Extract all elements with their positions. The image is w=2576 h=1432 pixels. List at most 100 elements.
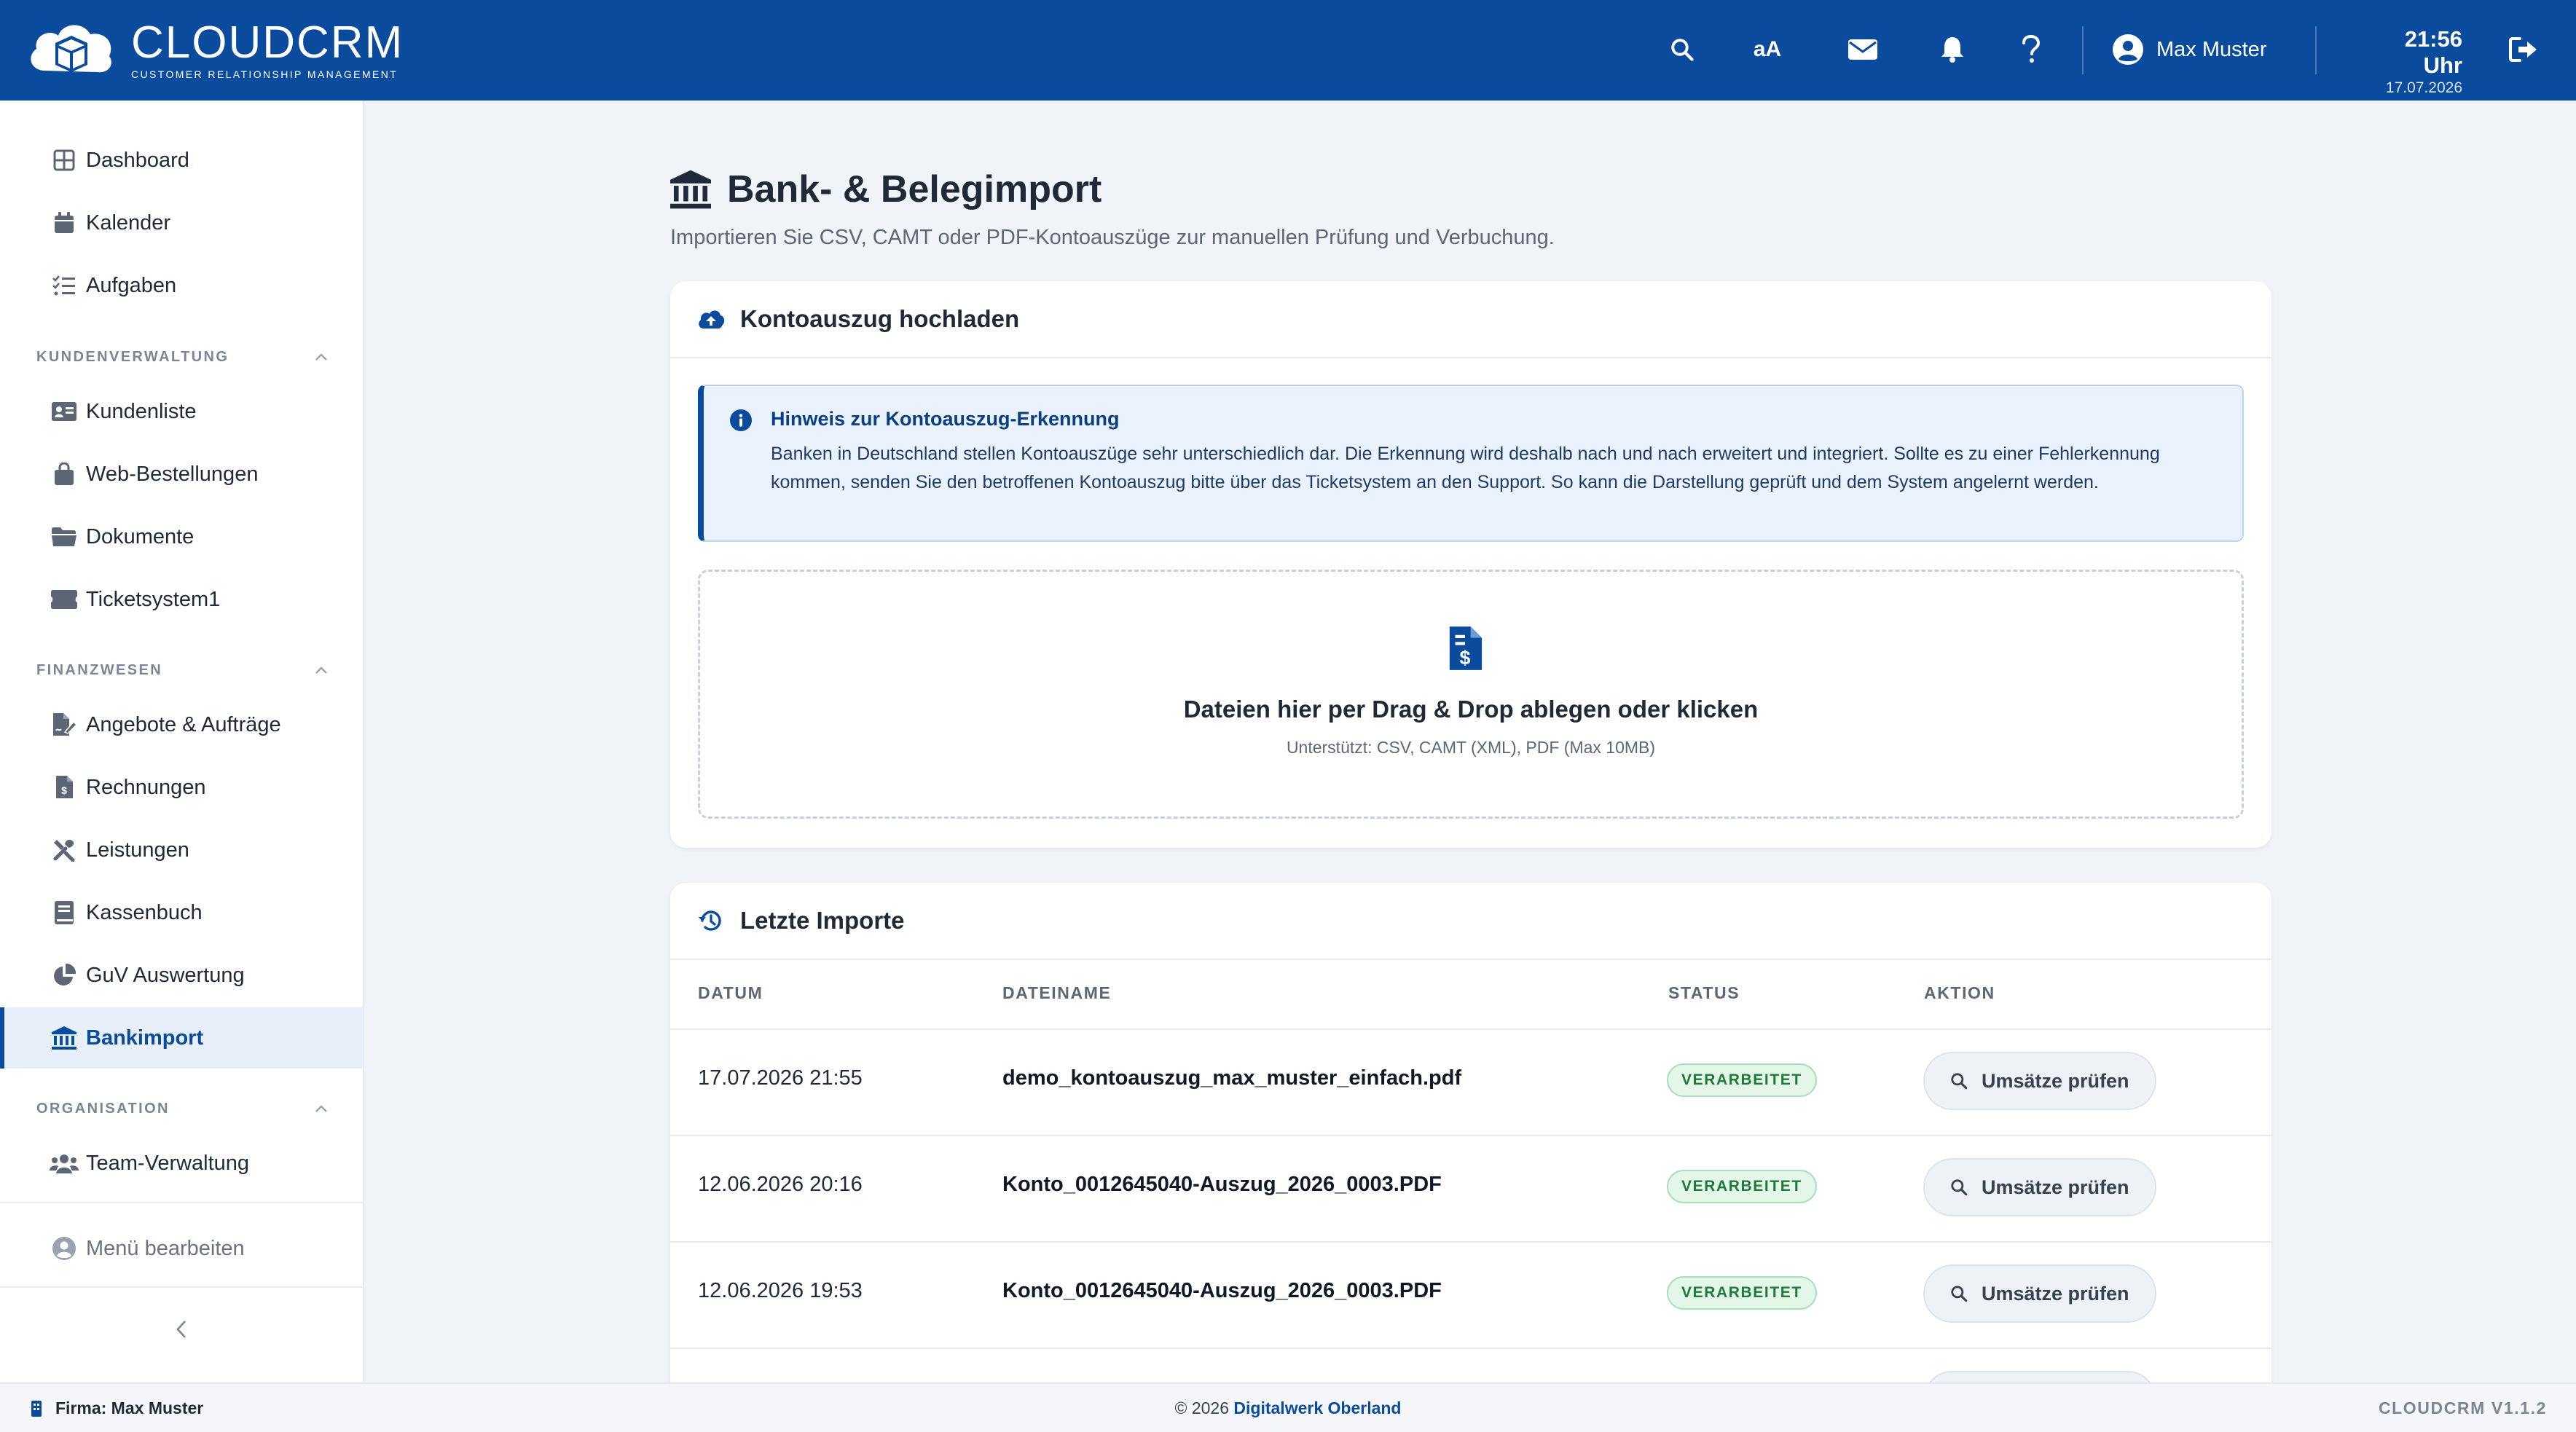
footer: Firma: Max Muster © 2026 Digitalwerk Obe… [0,1382,2576,1432]
clock: 21:56 Uhr 17.07.2026 [2362,26,2462,98]
svg-text:$: $ [61,784,67,796]
sidebar-item-dokumente[interactable]: Dokumente [0,506,363,567]
font-size-button[interactable]: aA [1744,26,1791,73]
sidebar-item-label: Kalender [86,211,171,235]
user-menu[interactable]: Max Muster [2113,26,2266,73]
button-label: Umsätze prüfen [1982,1069,2129,1092]
sidebar-item-label: Team-Verwaltung [86,1151,250,1175]
cloud-box-logo-icon [31,25,111,73]
sidebar-item-kundenliste[interactable]: Kundenliste [0,381,363,442]
copyright-text: © 2026 [1174,1398,1234,1417]
table-header: DATUM DATEINAME STATUS AKTION [670,959,2271,1030]
sidebar-item-label: Web-Bestellungen [86,462,259,486]
section-title: FINANZWESEN [36,661,163,678]
logout-button[interactable] [2500,26,2547,73]
tasks-icon [50,271,79,300]
import-date: 17.07.2026 21:55 [698,1066,863,1090]
sidebar-item-label: Bankimport [86,1026,204,1050]
import-filename: Konto_0012645040-Auszug_2026_0003.PDF [1002,1279,1442,1302]
dropzone-title: Dateien hier per Drag & Drop ablegen ode… [1183,696,1759,723]
sidebar-item-guv-auswertung[interactable]: GuV Auswertung [0,945,363,1006]
logo-name: CLOUDCRM [131,17,404,68]
section-header-organisation[interactable]: ORGANISATION [36,1094,328,1123]
sidebar-item-kassenbuch[interactable]: Kassenbuch [0,882,363,943]
status-badge: VERARBEITET [1667,1276,1817,1310]
info-icon [730,409,752,431]
sidebar-item-ticketsystem[interactable]: Ticketsystem1 [0,569,363,630]
book-icon [50,898,79,927]
sidebar-item-aufgaben[interactable]: Aufgaben [0,255,363,316]
address-card-icon [50,397,79,426]
ticket-icon [50,585,79,614]
file-dropzone[interactable]: $ Dateien hier per Drag & Drop ablegen o… [698,570,2244,819]
notifications-button[interactable] [1929,26,1976,73]
clock-time: 21:56 Uhr [2404,26,2462,78]
search-button[interactable] [1659,26,1705,73]
user-avatar-icon [2113,34,2143,65]
copyright-link[interactable]: Digitalwerk Oberland [1233,1398,1401,1417]
mail-button[interactable] [1839,26,1886,73]
chevron-up-icon [315,353,327,361]
column-header-status: STATUS [1668,983,1740,1002]
collapse-sidebar-button[interactable] [165,1313,198,1346]
topbar-divider [2315,26,2317,74]
edit-menu-label: Menü bearbeiten [86,1236,245,1260]
question-icon [2022,35,2041,63]
sidebar-item-kalender[interactable]: Kalender [0,192,363,253]
button-label: Umsätze prüfen [1982,1282,2129,1305]
review-transactions-button[interactable]: Umsätze prüfen [1923,1052,2156,1110]
bank-icon [50,1023,79,1053]
chevron-up-icon [315,666,327,674]
sidebar-item-bankimport[interactable]: Bankimport [0,1007,363,1069]
svg-text:$: $ [1460,647,1471,669]
help-button[interactable] [2008,26,2054,73]
info-text: Banken in Deutschland stellen Kontoauszü… [771,444,2160,492]
upload-card: Kontoauszug hochladen Hinweis zur Kontoa… [670,281,2271,848]
import-date: 12.06.2026 20:16 [698,1173,863,1196]
sidebar-divider [0,1202,363,1203]
dashboard-icon [50,146,79,175]
sidebar-item-label: Dashboard [86,148,189,172]
search-icon [1949,1178,1968,1197]
import-filename: demo_kontoauszug_max_muster_einfach.pdf [1002,1066,1462,1090]
sidebar-item-angebote[interactable]: Angebote & Aufträge [0,694,363,755]
chevron-left-icon [176,1321,186,1338]
sidebar-item-label: Kundenliste [86,399,197,423]
search-icon [1949,1071,1968,1090]
status-badge: VERARBEITET [1667,1170,1817,1203]
table-row: 17.07.2026 21:55 demo_kontoauszug_max_mu… [670,1028,2271,1136]
invoice-icon: $ [50,773,79,802]
sidebar-item-leistungen[interactable]: Leistungen [0,819,363,881]
sidebar-item-rechnungen[interactable]: $ Rechnungen [0,757,363,818]
footer-copyright: © 2026 Digitalwerk Oberland [0,1398,2576,1418]
edit-menu-button[interactable]: Menü bearbeiten [0,1218,363,1279]
cloud-upload-icon [696,304,726,334]
sidebar-item-team-verwaltung[interactable]: Team-Verwaltung [0,1133,363,1194]
sidebar-item-label: Aufgaben [86,273,177,297]
review-transactions-button[interactable]: Umsätze prüfen [1923,1264,2156,1323]
table-row: 12.06.2026 20:16 Konto_0012645040-Auszug… [670,1135,2271,1243]
file-signature-icon [50,710,79,739]
logout-icon [2509,37,2537,62]
folder-icon [50,522,79,551]
top-bar: CLOUDCRM CUSTOMER RELATIONSHIP MANAGEMEN… [0,0,2576,101]
table-row: 12.06.2026 19:53 Konto_0012645040-Auszug… [670,1241,2271,1349]
sidebar-item-dashboard[interactable]: Dashboard [0,130,363,191]
column-header-action: AKTION [1924,983,1995,1002]
sidebar-item-label: GuV Auswertung [86,963,245,987]
review-transactions-button[interactable]: Umsätze prüfen [1923,1158,2156,1216]
sidebar-item-label: Angebote & Aufträge [86,712,281,736]
sidebar-item-web-bestellungen[interactable]: Web-Bestellungen [0,444,363,505]
chevron-up-icon [315,1105,327,1112]
logo[interactable]: CLOUDCRM CUSTOMER RELATIONSHIP MANAGEMEN… [23,10,404,90]
logo-subtitle: CUSTOMER RELATIONSHIP MANAGEMENT [131,68,398,80]
imports-card-title: Letzte Importe [740,907,905,934]
shopping-bag-icon [50,460,79,489]
section-title: KUNDENVERWALTUNG [36,348,229,365]
section-header-kundenverwaltung[interactable]: KUNDENVERWALTUNG [36,342,328,371]
user-circle-icon [50,1234,79,1263]
section-header-finanzwesen[interactable]: FINANZWESEN [36,656,328,685]
bank-icon [670,170,711,209]
tools-icon [50,835,79,865]
upload-card-title: Kontoauszug hochladen [740,305,1020,332]
